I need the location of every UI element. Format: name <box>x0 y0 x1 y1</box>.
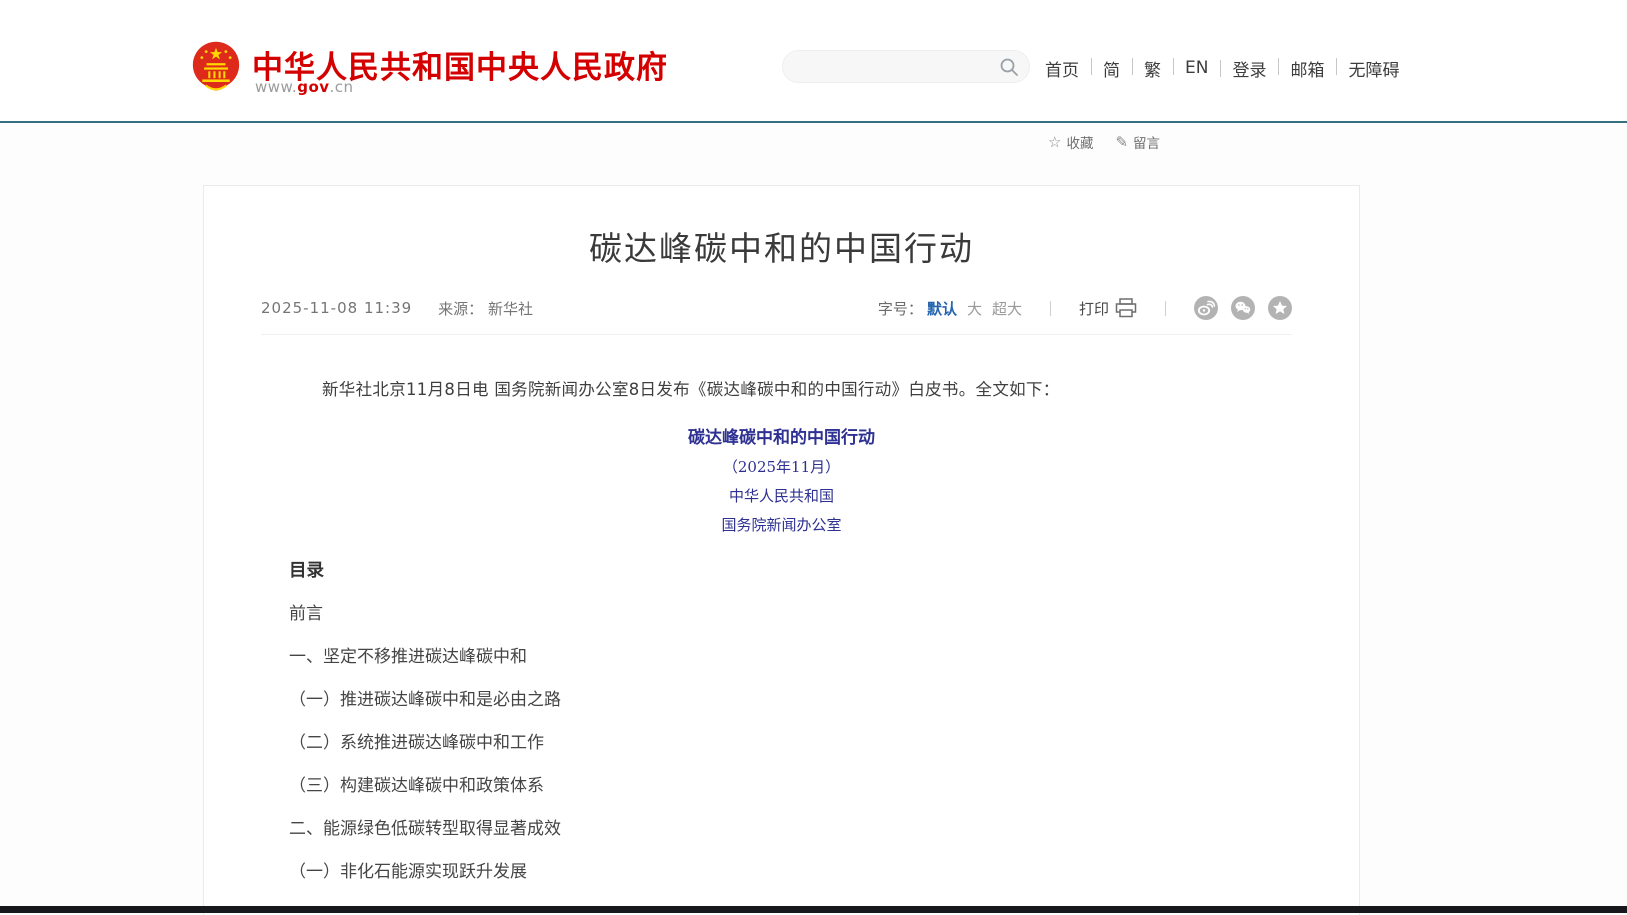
site-url-prefix: www. <box>255 78 297 96</box>
publish-date: 2025-11-08 11:39 <box>261 299 412 317</box>
site-header: 中华人民共和国中央人民政府 www.gov.cn 首页 简 繁 EN 登录 邮箱… <box>0 0 1627 121</box>
toc-item: （二）系统推进碳达峰碳中和工作 <box>289 732 1274 754</box>
star-outline-icon: ☆ <box>1048 133 1061 151</box>
qzone-share-icon[interactable] <box>1268 296 1292 320</box>
toolbar-divider <box>1165 301 1166 316</box>
search-icon[interactable] <box>999 57 1019 77</box>
toc-item: （一）非化石能源实现跃升发展 <box>289 861 1274 883</box>
site-url-suffix: .cn <box>330 78 354 96</box>
nav-accessibility[interactable]: 无障碍 <box>1336 56 1411 81</box>
nav-login[interactable]: 登录 <box>1220 56 1278 81</box>
toc-item: 前言 <box>289 603 1274 625</box>
page-actions: ☆ 收藏 ✎ 留言 <box>1048 132 1160 152</box>
viewport-bottom-bar <box>0 906 1627 913</box>
site-url-gov: gov <box>297 78 329 96</box>
source-value[interactable]: 新华社 <box>488 300 533 318</box>
source-label: 来源： <box>438 300 483 318</box>
comment-label: 留言 <box>1133 132 1160 152</box>
document-title: 碳达峰碳中和的中国行动 <box>289 423 1274 448</box>
pencil-icon: ✎ <box>1115 133 1128 151</box>
share-icons <box>1194 296 1292 320</box>
site-url: www.gov.cn <box>255 78 354 96</box>
toc-heading: 目录 <box>289 560 1274 582</box>
weibo-share-icon[interactable] <box>1194 296 1218 320</box>
page: 中华人民共和国中央人民政府 www.gov.cn 首页 简 繁 EN 登录 邮箱… <box>0 0 1627 915</box>
search-box[interactable] <box>782 50 1030 83</box>
document-author-line1: 中华人民共和国 <box>289 486 1274 506</box>
document-date: （2025年11月） <box>289 457 1274 477</box>
nav-simplified-chinese[interactable]: 简 <box>1091 56 1132 81</box>
nav-home[interactable]: 首页 <box>1043 56 1091 81</box>
article-card: 碳达峰碳中和的中国行动 2025-11-08 11:39 来源： 新华社 字号：… <box>203 185 1360 915</box>
article-meta-left: 2025-11-08 11:39 来源： 新华社 <box>261 298 533 319</box>
fontsize-xlarge-button[interactable]: 超大 <box>992 298 1022 319</box>
source: 来源： 新华社 <box>438 298 533 319</box>
article-body: 新华社北京11月8日电 国务院新闻办公室8日发布《碳达峰碳中和的中国行动》白皮书… <box>289 377 1274 883</box>
print-button[interactable]: 打印 <box>1079 298 1137 319</box>
article-toolbar: 字号： 默认 大 超大 打印 <box>878 296 1292 320</box>
article-meta-row: 2025-11-08 11:39 来源： 新华社 字号： 默认 大 超大 打印 <box>261 296 1292 335</box>
comment-button[interactable]: ✎ 留言 <box>1115 132 1160 152</box>
header-divider <box>0 121 1627 123</box>
document-author-line2: 国务院新闻办公室 <box>289 515 1274 535</box>
fontsize-large-button[interactable]: 大 <box>967 298 982 319</box>
toc-item: 一、坚定不移推进碳达峰碳中和 <box>289 646 1274 668</box>
print-label: 打印 <box>1079 298 1109 319</box>
favorite-button[interactable]: ☆ 收藏 <box>1048 132 1093 152</box>
toc-item: 二、能源绿色低碳转型取得显著成效 <box>289 818 1274 840</box>
article-title: 碳达峰碳中和的中国行动 <box>204 222 1359 270</box>
header-nav: 首页 简 繁 EN 登录 邮箱 无障碍 <box>1043 56 1411 80</box>
toolbar-divider <box>1050 301 1051 316</box>
search-input[interactable] <box>783 51 999 82</box>
fontsize-default-button[interactable]: 默认 <box>927 298 957 319</box>
nav-english[interactable]: EN <box>1173 58 1220 78</box>
nav-mail[interactable]: 邮箱 <box>1278 56 1336 81</box>
nav-traditional-chinese[interactable]: 繁 <box>1132 56 1173 81</box>
toc-item: （一）推进碳达峰碳中和是必由之路 <box>289 689 1274 711</box>
toc-item: （三）构建碳达峰碳中和政策体系 <box>289 775 1274 797</box>
favorite-label: 收藏 <box>1066 132 1093 152</box>
lead-paragraph: 新华社北京11月8日电 国务院新闻办公室8日发布《碳达峰碳中和的中国行动》白皮书… <box>289 377 1274 403</box>
printer-icon <box>1115 298 1137 318</box>
national-emblem-icon <box>190 40 242 100</box>
wechat-share-icon[interactable] <box>1231 296 1255 320</box>
fontsize-label: 字号： <box>878 298 923 319</box>
